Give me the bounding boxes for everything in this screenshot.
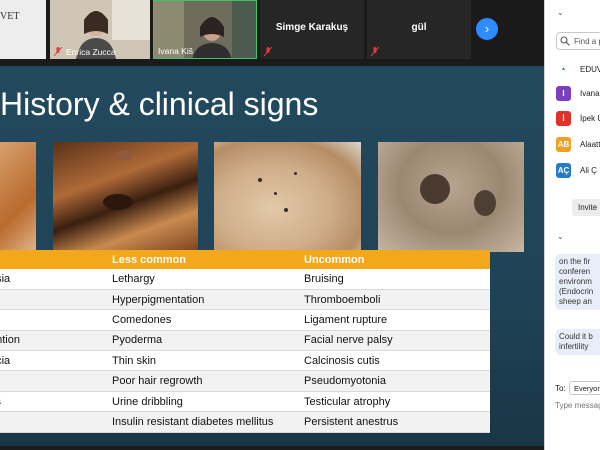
avatar: AB <box>556 137 571 152</box>
participant-tile-simge[interactable]: Simge Karakuş <box>260 0 364 59</box>
participant-name: Simge Karakuş <box>275 22 349 33</box>
recipient-select[interactable]: Everyon <box>569 381 600 395</box>
avatar-logo-icon: ▲ <box>561 66 566 72</box>
participant-name: gül <box>411 22 427 33</box>
participant-tile-gul[interactable]: gül <box>367 0 471 59</box>
participant-tile-logo[interactable]: VET <box>0 0 46 59</box>
participant-list-item[interactable]: Ivana <box>580 89 600 98</box>
table-row: psia Lethargy Bruising <box>0 269 490 290</box>
column-header: Less common <box>112 250 304 269</box>
clinical-signs-table: Less common Uncommon psia Lethargy Bruis… <box>0 250 490 433</box>
invite-button[interactable]: Invite <box>572 199 600 216</box>
chevron-down-icon[interactable]: ⌄ <box>557 232 564 241</box>
chevron-right-icon: › <box>484 21 490 36</box>
table-row: ss Urine dribbling Testicular atrophy <box>0 391 490 413</box>
search-icon <box>560 36 570 46</box>
participant-name: Enrica Zucca <box>66 47 116 57</box>
next-page-button[interactable]: › <box>476 18 498 40</box>
clinical-photo-1 <box>0 142 36 252</box>
table-row: Insulin resistant diabetes mellitus Pers… <box>0 411 490 433</box>
table-row: ention Pyoderma Facial nerve palsy <box>0 330 490 352</box>
column-header <box>0 250 112 269</box>
mic-muted-icon <box>371 47 379 56</box>
participant-strip: VET Enrica Zucca Ivana Kiš Simge Karakuş… <box>0 0 544 62</box>
side-panel: ⌄ Find a p ▲ EDUV I Ivana İ İpek U AB Al… <box>544 0 600 450</box>
table-row: Comedones Ligament rupture <box>0 309 490 331</box>
participant-list-item[interactable]: Ali Ç <box>580 166 597 175</box>
avatar: I <box>556 86 571 101</box>
participant-list-item[interactable]: Alaatt <box>580 140 600 149</box>
table-row: Hyperpigmentation Thromboemboli <box>0 289 490 311</box>
to-label: To: <box>555 384 566 393</box>
mic-muted-icon <box>54 47 62 56</box>
chat-message: Could it b infertility <box>555 329 600 355</box>
table-row: ecia Thin skin Calcinosis cutis <box>0 350 490 372</box>
search-placeholder: Find a p <box>574 37 600 46</box>
chevron-down-icon[interactable]: ⌄ <box>557 8 564 17</box>
participant-name: Ivana Kiš <box>158 46 193 56</box>
clinical-photo-3 <box>214 142 361 252</box>
avatar: AÇ <box>556 163 571 178</box>
chat-message-input[interactable]: Type messag <box>555 401 600 410</box>
avatar: ▲ <box>556 62 571 77</box>
participant-list-item[interactable]: EDUV <box>580 65 600 74</box>
mic-muted-icon <box>264 47 272 56</box>
avatar: İ <box>556 111 571 126</box>
participant-list-item[interactable]: İpek U <box>580 114 600 123</box>
column-header: Uncommon <box>304 250 490 269</box>
table-header-row: Less common Uncommon <box>0 250 490 269</box>
participant-tile-ivana[interactable]: Ivana Kiš <box>153 0 257 59</box>
table-row: Poor hair regrowth Pseudomyotonia <box>0 370 490 392</box>
shared-slide: History & clinical signs Less common Unc… <box>0 66 544 446</box>
participant-search-input[interactable]: Find a p <box>556 32 600 50</box>
tile-logo-text: VET <box>0 11 20 22</box>
participant-tile-enrica[interactable]: Enrica Zucca <box>50 0 150 59</box>
clinical-photo-4 <box>378 142 524 252</box>
chat-message: on the fir conferen environm (Endocrin s… <box>555 254 600 310</box>
slide-title: History & clinical signs <box>0 86 319 122</box>
clinical-photo-2 <box>53 142 198 252</box>
